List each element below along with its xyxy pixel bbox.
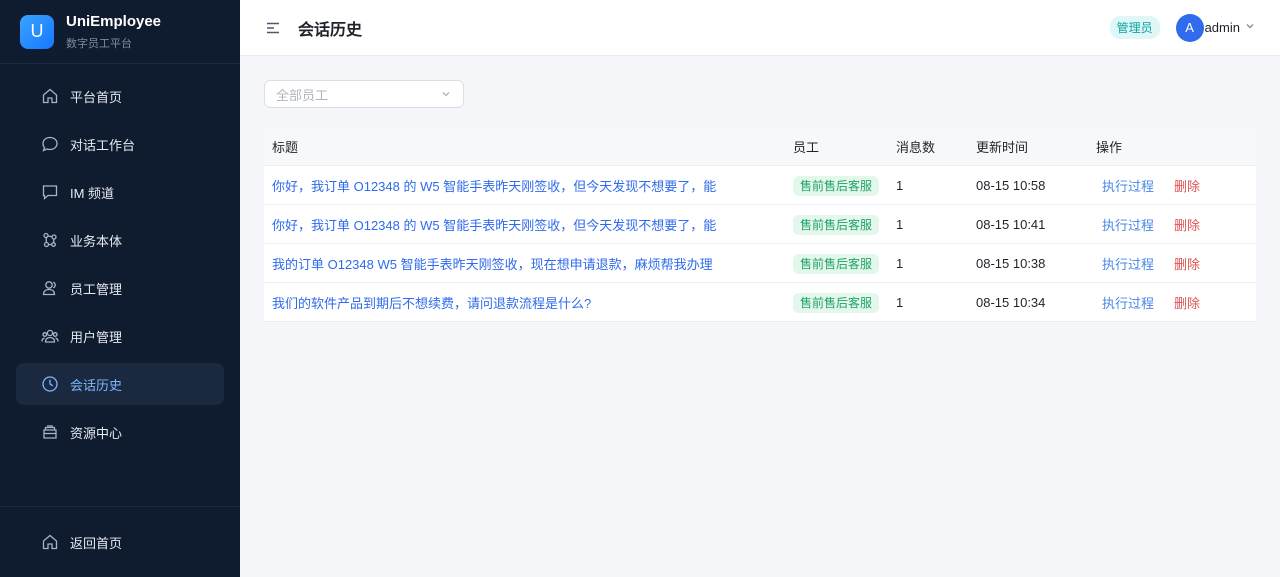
session-title-link[interactable]: 我们的软件产品到期后不想续费，请问退款流程是什么? bbox=[272, 296, 591, 311]
view-process-link[interactable]: 执行过程 bbox=[1102, 176, 1154, 195]
table-row: 你好，我订单 O12348 的 W5 智能手表昨天刚签收，但今天发现不想要了，能… bbox=[264, 166, 1256, 205]
users-icon bbox=[41, 327, 59, 345]
chevron-down-icon[interactable] bbox=[1244, 20, 1256, 35]
brand-name: UniEmployee bbox=[66, 12, 162, 30]
updated-time: 08-15 10:58 bbox=[976, 177, 1046, 193]
page-title: 会话历史 bbox=[298, 21, 363, 39]
sidebar-item-im-channel[interactable]: IM 频道 bbox=[16, 171, 224, 213]
message-count: 1 bbox=[896, 294, 904, 310]
sidebar-item-label: 业务本体 bbox=[70, 233, 123, 249]
top-bar: 会话历史 管理员 A admin bbox=[240, 0, 1280, 56]
updated-time: 08-15 10:41 bbox=[976, 216, 1046, 232]
sidebar-item-label: IM 频道 bbox=[70, 185, 115, 201]
message-count: 1 bbox=[896, 177, 904, 193]
user-icon bbox=[41, 279, 59, 297]
table-row: 我们的软件产品到期后不想续费，请问退款流程是什么? 售前售后客服 1 08-15… bbox=[264, 283, 1256, 322]
home-icon bbox=[41, 87, 59, 105]
updated-time: 08-15 10:34 bbox=[976, 294, 1046, 310]
sidebar-footer: 返回首页 bbox=[0, 506, 240, 577]
message-square-icon bbox=[41, 183, 59, 201]
clock-icon bbox=[41, 375, 59, 393]
sidebar-item-home[interactable]: 平台首页 bbox=[16, 75, 224, 117]
message-count: 1 bbox=[896, 255, 904, 271]
view-process-link[interactable]: 执行过程 bbox=[1102, 293, 1154, 312]
delete-link[interactable]: 删除 bbox=[1174, 176, 1200, 195]
employee-tag: 售前售后客服 bbox=[793, 292, 880, 313]
column-header-time: 更新时间 bbox=[976, 140, 1029, 155]
sidebar-item-chat-workbench[interactable]: 对话工作台 bbox=[16, 123, 224, 165]
home-icon bbox=[41, 533, 59, 551]
menu-toggle-icon[interactable] bbox=[264, 19, 282, 37]
chat-bubble-icon bbox=[41, 135, 59, 153]
role-badge: 管理员 bbox=[1109, 16, 1160, 39]
content: 全部员工 标题 员工 消息数 更新时间 操作 你好，我订单 O12348 的 W… bbox=[240, 56, 1280, 346]
sidebar-item-label: 资源中心 bbox=[70, 425, 123, 441]
delete-link[interactable]: 删除 bbox=[1174, 293, 1200, 312]
sidebar-item-business-ontology[interactable]: 业务本体 bbox=[16, 219, 224, 261]
employee-filter-select[interactable]: 全部员工 bbox=[264, 80, 464, 108]
message-count: 1 bbox=[896, 216, 904, 232]
graph-nodes-icon bbox=[41, 231, 59, 249]
delete-link[interactable]: 删除 bbox=[1174, 215, 1200, 234]
sidebar-item-employee-management[interactable]: 员工管理 bbox=[16, 267, 224, 309]
brand-logo: U bbox=[20, 14, 54, 49]
table-row: 我的订单 O12348 W5 智能手表昨天刚签收，现在想申请退款，麻烦帮我办理 … bbox=[264, 244, 1256, 283]
employee-tag: 售前售后客服 bbox=[793, 175, 880, 196]
session-table: 标题 员工 消息数 更新时间 操作 你好，我订单 O12348 的 W5 智能手… bbox=[264, 128, 1256, 322]
table-header: 标题 员工 消息数 更新时间 操作 bbox=[264, 128, 1256, 166]
column-header-employee: 员工 bbox=[793, 140, 820, 155]
avatar[interactable]: A bbox=[1175, 13, 1204, 42]
archive-icon bbox=[41, 423, 59, 441]
table-row: 你好，我订单 O12348 的 W5 智能手表昨天刚签收，但今天发现不想要了，能… bbox=[264, 205, 1256, 244]
back-home-button[interactable]: 返回首页 bbox=[16, 521, 224, 563]
sidebar-item-label: 用户管理 bbox=[70, 329, 123, 345]
updated-time: 08-15 10:38 bbox=[976, 255, 1046, 271]
main-area: 会话历史 管理员 A admin 全部员工 标题 员工 消息数 更新时间 操作 bbox=[240, 0, 1280, 577]
brand-subtitle: 数字员工平台 bbox=[66, 37, 132, 50]
sidebar-item-session-history[interactable]: 会话历史 bbox=[16, 363, 224, 405]
sidebar-item-label: 对话工作台 bbox=[70, 137, 136, 153]
sidebar-item-label: 员工管理 bbox=[70, 281, 123, 297]
delete-link[interactable]: 删除 bbox=[1174, 254, 1200, 273]
column-header-count: 消息数 bbox=[896, 140, 936, 155]
view-process-link[interactable]: 执行过程 bbox=[1102, 254, 1154, 273]
sidebar-item-user-management[interactable]: 用户管理 bbox=[16, 315, 224, 357]
session-title-link[interactable]: 你好，我订单 O12348 的 W5 智能手表昨天刚签收，但今天发现不想要了，能 bbox=[272, 218, 716, 233]
sidebar-item-resource-center[interactable]: 资源中心 bbox=[16, 411, 224, 453]
sidebar-item-label: 平台首页 bbox=[70, 89, 123, 105]
back-home-label: 返回首页 bbox=[70, 535, 123, 551]
session-title-link[interactable]: 我的订单 O12348 W5 智能手表昨天刚签收，现在想申请退款，麻烦帮我办理 bbox=[272, 257, 713, 272]
employee-filter-placeholder: 全部员工 bbox=[276, 87, 329, 103]
employee-tag: 售前售后客服 bbox=[793, 214, 880, 235]
brand: U UniEmployee 数字员工平台 bbox=[0, 0, 240, 64]
app-root: U UniEmployee 数字员工平台 平台首页 对话工作台 IM 频道 业务… bbox=[0, 0, 1280, 577]
sidebar-nav: 平台首页 对话工作台 IM 频道 业务本体 员工管理 用户管理 会话历史 资源中… bbox=[0, 64, 240, 506]
column-header-ops: 操作 bbox=[1096, 140, 1123, 155]
view-process-link[interactable]: 执行过程 bbox=[1102, 215, 1154, 234]
sidebar-item-label: 会话历史 bbox=[70, 377, 123, 393]
sidebar: U UniEmployee 数字员工平台 平台首页 对话工作台 IM 频道 业务… bbox=[0, 0, 240, 577]
column-header-title: 标题 bbox=[272, 140, 299, 155]
chevron-down-icon bbox=[442, 92, 450, 97]
session-title-link[interactable]: 你好，我订单 O12348 的 W5 智能手表昨天刚签收，但今天发现不想要了，能 bbox=[272, 179, 716, 194]
username[interactable]: admin bbox=[1205, 20, 1240, 35]
employee-tag: 售前售后客服 bbox=[793, 253, 880, 274]
